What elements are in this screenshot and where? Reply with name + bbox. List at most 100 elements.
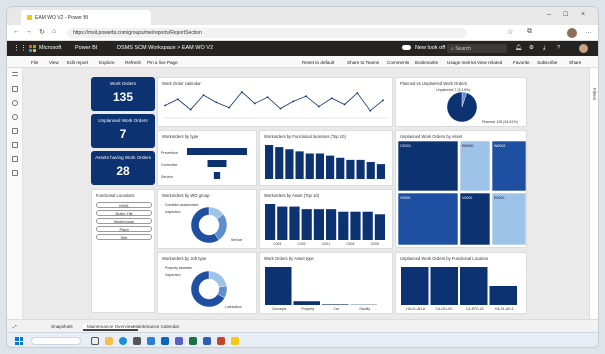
- apps-nav-icon[interactable]: [12, 128, 18, 134]
- slicer-item[interactable]: Boiler Hill: [96, 210, 152, 216]
- user-avatar[interactable]: [579, 44, 588, 53]
- outlook-icon[interactable]: [161, 337, 169, 345]
- by-fl-visual[interactable]: Workorders by Functional locations (Top …: [259, 130, 393, 186]
- forward-icon[interactable]: →: [25, 28, 32, 35]
- kpi-card-work-orders[interactable]: Work Orders 135: [91, 77, 155, 111]
- close-icon[interactable]: ×: [581, 11, 585, 18]
- by-wo-group-visual[interactable]: Workorders by WO group Condition assessm…: [157, 189, 257, 249]
- by-fl-bar: [346, 159, 355, 179]
- taskbar-search[interactable]: [31, 337, 81, 345]
- favorites-icon[interactable]: ☆: [507, 28, 513, 36]
- by-asset-visual[interactable]: Workorders by Asset (Top 10) C003 C002 C00…: [259, 189, 393, 249]
- home-icon[interactable]: ⌂: [52, 28, 56, 35]
- home-nav-icon[interactable]: [12, 86, 18, 92]
- page-tab-active[interactable]: Maintenance Overview: [83, 324, 138, 331]
- unplanned-fl-chart: HA-01-AH-A CA-001-00... CA-EFG-02 HA-01-AH-…: [401, 267, 517, 311]
- slicer-title: Functional Locations: [96, 193, 135, 198]
- slicer-item[interactable]: Plant: [96, 226, 152, 232]
- by-job-type-visual[interactable]: Workorders by Job type Property assessm I…: [157, 252, 257, 314]
- share-teams-button[interactable]: Share to Teams: [347, 60, 379, 65]
- kpi-card-unplanned[interactable]: Unplanned Work Orders 7: [91, 114, 155, 148]
- download-icon[interactable]: ⤓: [543, 45, 545, 52]
- view-related-button[interactable]: View related: [477, 60, 502, 65]
- maximize-icon[interactable]: ☐: [563, 11, 568, 18]
- by-type-visual[interactable]: Workorders by type Preventive Corrective S…: [157, 130, 257, 186]
- powerpoint-icon[interactable]: [217, 337, 225, 345]
- filters-pane[interactable]: Filters: [589, 68, 598, 319]
- usage-metrics-button[interactable]: Usage metrics: [447, 60, 476, 65]
- unplanned-asset-visual[interactable]: Unplanned Work Orders by Asset CE001 W000…: [395, 130, 527, 248]
- by-fl-bar: [285, 149, 294, 179]
- more-icon[interactable]: …: [585, 28, 592, 35]
- url-field[interactable]: https://msit.powerbi.com/groups/me/repor…: [67, 28, 467, 38]
- powerbi-icon[interactable]: [231, 337, 239, 345]
- page-tab[interactable]: Maintenance Calendar: [133, 324, 179, 329]
- new-look-toggle[interactable]: New look off: [415, 45, 445, 51]
- explore-menu[interactable]: Explore: [99, 60, 115, 65]
- os-taskbar: [7, 332, 598, 347]
- task-view-icon[interactable]: [91, 337, 99, 345]
- calendar-visual[interactable]: Work Order calendar: [157, 77, 393, 127]
- recent-nav-icon[interactable]: [12, 114, 18, 120]
- brand-label: Microsoft: [39, 45, 62, 51]
- subscribe-button[interactable]: Subscribe: [537, 60, 557, 65]
- expand-icon[interactable]: ⤢: [13, 324, 17, 329]
- calendar-point: [164, 104, 166, 107]
- reset-button[interactable]: Reset to default: [302, 60, 334, 65]
- planned-pie-slice: [446, 91, 478, 123]
- unplanned-fl-visual[interactable]: Unplanned Work Orders by Functional Loca…: [395, 252, 527, 314]
- store-icon[interactable]: [133, 337, 141, 345]
- view-menu[interactable]: View: [49, 60, 59, 65]
- workspaces-nav-icon[interactable]: [12, 156, 18, 162]
- profile-avatar[interactable]: [567, 28, 577, 38]
- excel-icon[interactable]: [189, 337, 197, 345]
- teams-icon[interactable]: [175, 337, 183, 345]
- favorites-nav-icon[interactable]: [12, 100, 18, 106]
- browser-tab[interactable]: EAM WO V2 - Power BI: [21, 10, 151, 25]
- breadcrumb[interactable]: DSMS SCM Workspace > EAM WO V2: [117, 45, 213, 51]
- edge-icon[interactable]: [119, 337, 127, 345]
- pin-page-button[interactable]: Pin a live Page: [147, 60, 178, 65]
- by-type-bar: [207, 160, 227, 167]
- shared-nav-icon[interactable]: [12, 142, 18, 148]
- visual-title: Workorders by Functional locations (Top …: [264, 134, 346, 139]
- calendar-point: [228, 106, 231, 109]
- slicer-item[interactable]: HWA: [96, 202, 152, 208]
- toggle-icon[interactable]: [402, 45, 411, 50]
- slicer-item[interactable]: Warehouse: [96, 218, 152, 224]
- settings-icon[interactable]: ⚙: [529, 45, 534, 51]
- planned-pie-visual[interactable]: Planned vs Unplanned Work Orders Unplann…: [395, 77, 527, 127]
- slicer-item[interactable]: Site: [96, 234, 152, 240]
- learn-nav-icon[interactable]: [12, 170, 18, 176]
- word-icon[interactable]: [203, 337, 211, 345]
- extensions-icon[interactable]: ⧉: [527, 28, 532, 36]
- file-menu[interactable]: File: [31, 60, 38, 65]
- windows-start-icon[interactable]: [15, 337, 23, 345]
- bookmarks-button[interactable]: Bookmarks: [415, 60, 438, 65]
- by-asset-type-visual[interactable]: Work Orders by Asset type Conveyor Proper…: [259, 252, 393, 314]
- mail-icon[interactable]: [147, 337, 155, 345]
- by-fl-bar: [326, 155, 335, 179]
- calendar-point: [202, 94, 205, 97]
- calendar-point: [292, 100, 295, 103]
- comments-button[interactable]: Comments: [387, 60, 409, 65]
- calendar-point: [343, 103, 346, 106]
- file-explorer-icon[interactable]: [105, 337, 113, 345]
- page-tab[interactable]: Snapshots: [51, 324, 73, 329]
- treemap-label: V0002: [462, 196, 472, 200]
- favorite-button[interactable]: Favorite: [513, 60, 530, 65]
- help-icon[interactable]: ?: [557, 45, 560, 51]
- kpi-card-assets[interactable]: Assets having Work Orders 28: [91, 151, 155, 185]
- hamburger-icon[interactable]: [12, 72, 18, 76]
- share-button[interactable]: Share: [569, 60, 581, 65]
- asset-type-tick: Facility: [359, 307, 370, 311]
- reload-icon[interactable]: ↻: [39, 28, 45, 36]
- notifications-icon[interactable]: 🔔︎: [515, 45, 522, 51]
- search-input[interactable]: ⌕ Search: [447, 44, 507, 53]
- left-nav-rail: [7, 68, 23, 319]
- app-launcher-icon[interactable]: ⋮⋮: [13, 44, 27, 52]
- back-icon[interactable]: ←: [13, 28, 20, 35]
- minimize-icon[interactable]: –: [547, 11, 551, 18]
- edit-report-button[interactable]: Edit report: [67, 60, 88, 65]
- refresh-button[interactable]: Refresh: [125, 60, 141, 65]
